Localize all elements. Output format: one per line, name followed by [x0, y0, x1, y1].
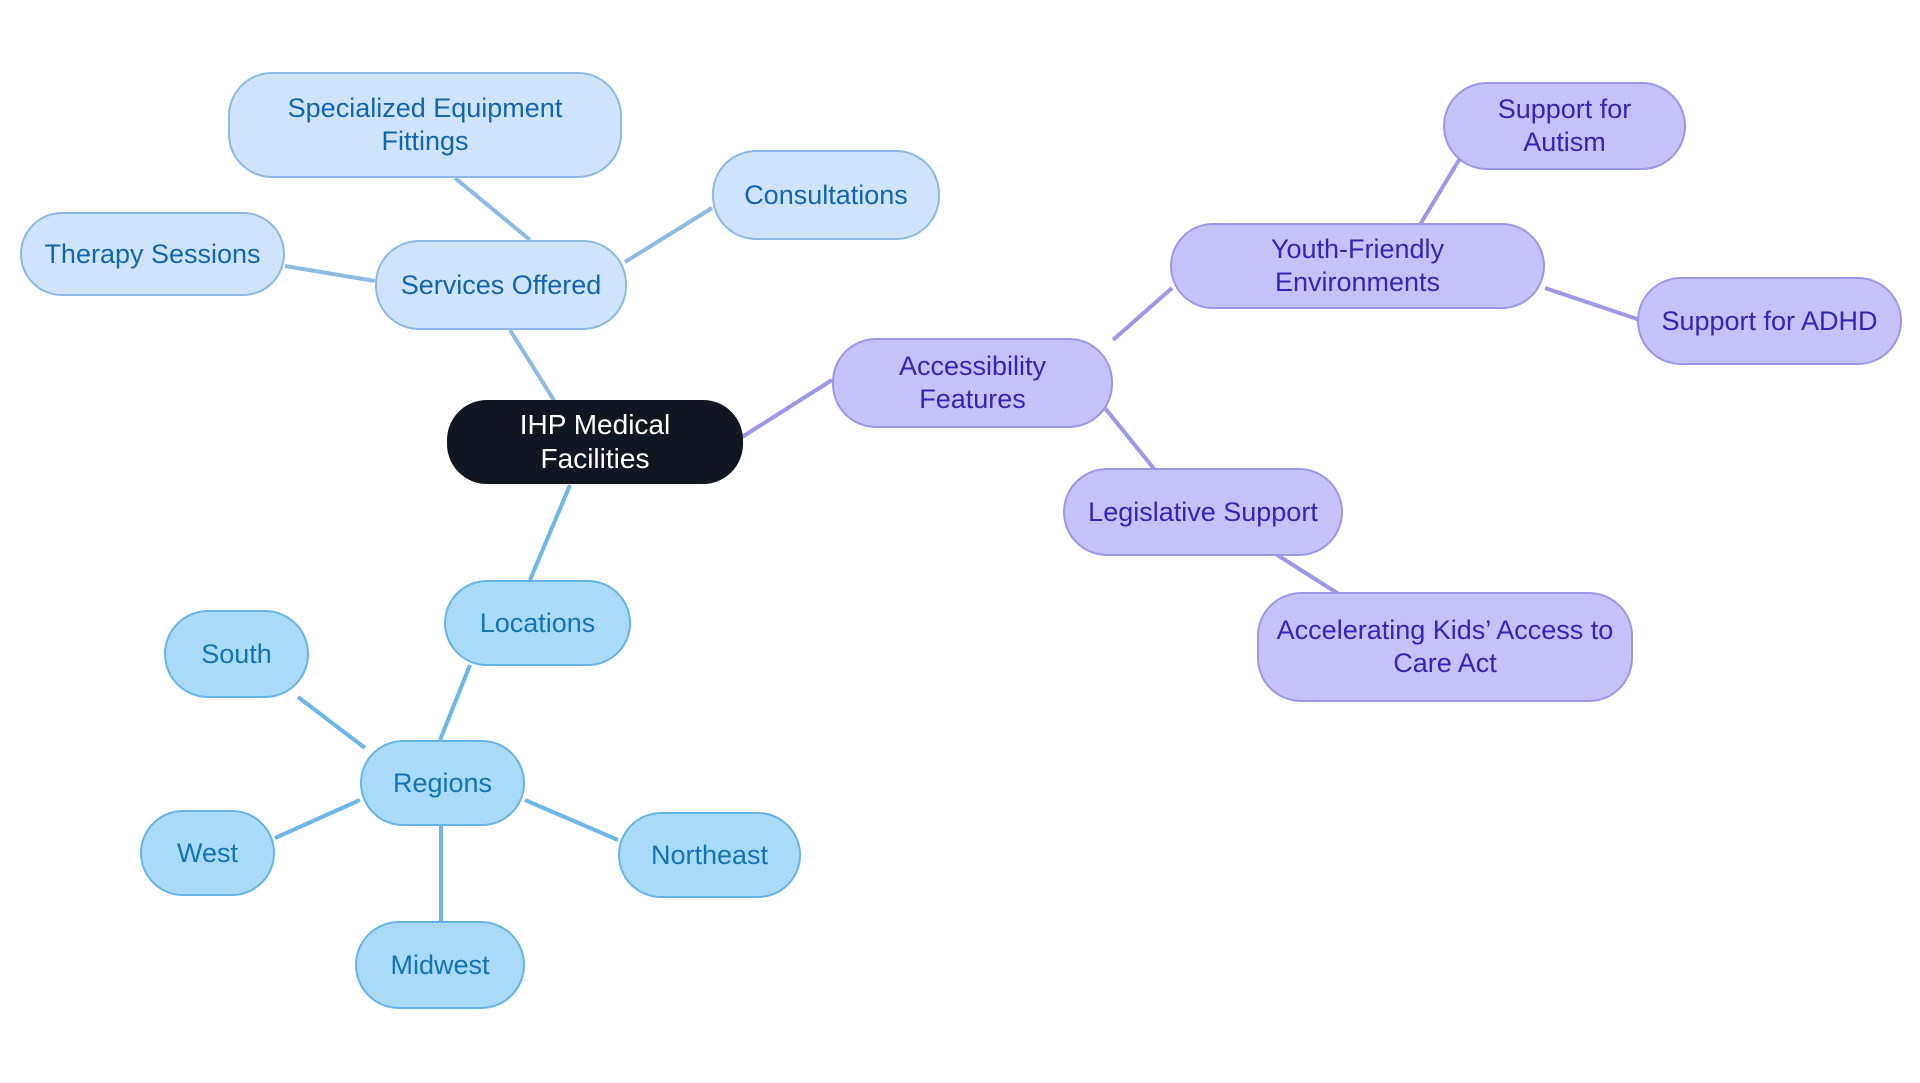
edge-services-therapy [284, 264, 376, 283]
node-support-for-autism[interactable]: Support for Autism [1443, 82, 1686, 170]
node-south[interactable]: South [164, 610, 309, 698]
edge-youth-autism [1416, 153, 1464, 230]
node-consultations[interactable]: Consultations [712, 150, 940, 240]
node-west[interactable]: West [140, 810, 275, 896]
edge-accessibility-youth [1111, 286, 1174, 342]
node-specialized-equipment-fittings[interactable]: Specialized Equipment Fittings [228, 72, 622, 178]
edge-locations-regions [438, 664, 472, 741]
node-therapy-sessions[interactable]: Therapy Sessions [20, 212, 285, 296]
node-regions[interactable]: Regions [360, 740, 525, 826]
node-youth-friendly-environments[interactable]: Youth-Friendly Environments [1170, 223, 1545, 309]
edge-root-locations [528, 484, 572, 581]
node-services-offered[interactable]: Services Offered [375, 240, 627, 330]
edge-root-services [508, 328, 562, 412]
edge-services-consultations [623, 206, 714, 264]
node-locations[interactable]: Locations [444, 580, 631, 666]
node-accessibility-features[interactable]: Accessibility Features [832, 338, 1113, 428]
node-northeast[interactable]: Northeast [618, 812, 801, 898]
edge-regions-west [274, 798, 361, 840]
node-legislative-support[interactable]: Legislative Support [1063, 468, 1343, 556]
edge-root-accessibility [740, 378, 834, 439]
edge-youth-adhd [1544, 286, 1641, 322]
mindmap-canvas: IHP Medical Facilities Services Offered … [0, 0, 1920, 1083]
edge-regions-northeast [524, 798, 619, 842]
edge-regions-south [296, 695, 367, 750]
node-root[interactable]: IHP Medical Facilities [447, 400, 743, 484]
node-midwest[interactable]: Midwest [355, 921, 525, 1009]
edge-services-specialized [453, 176, 532, 242]
node-support-for-adhd[interactable]: Support for ADHD [1637, 277, 1902, 365]
node-accelerating-kids-act[interactable]: Accelerating Kids’ Access to Care Act [1257, 592, 1633, 702]
